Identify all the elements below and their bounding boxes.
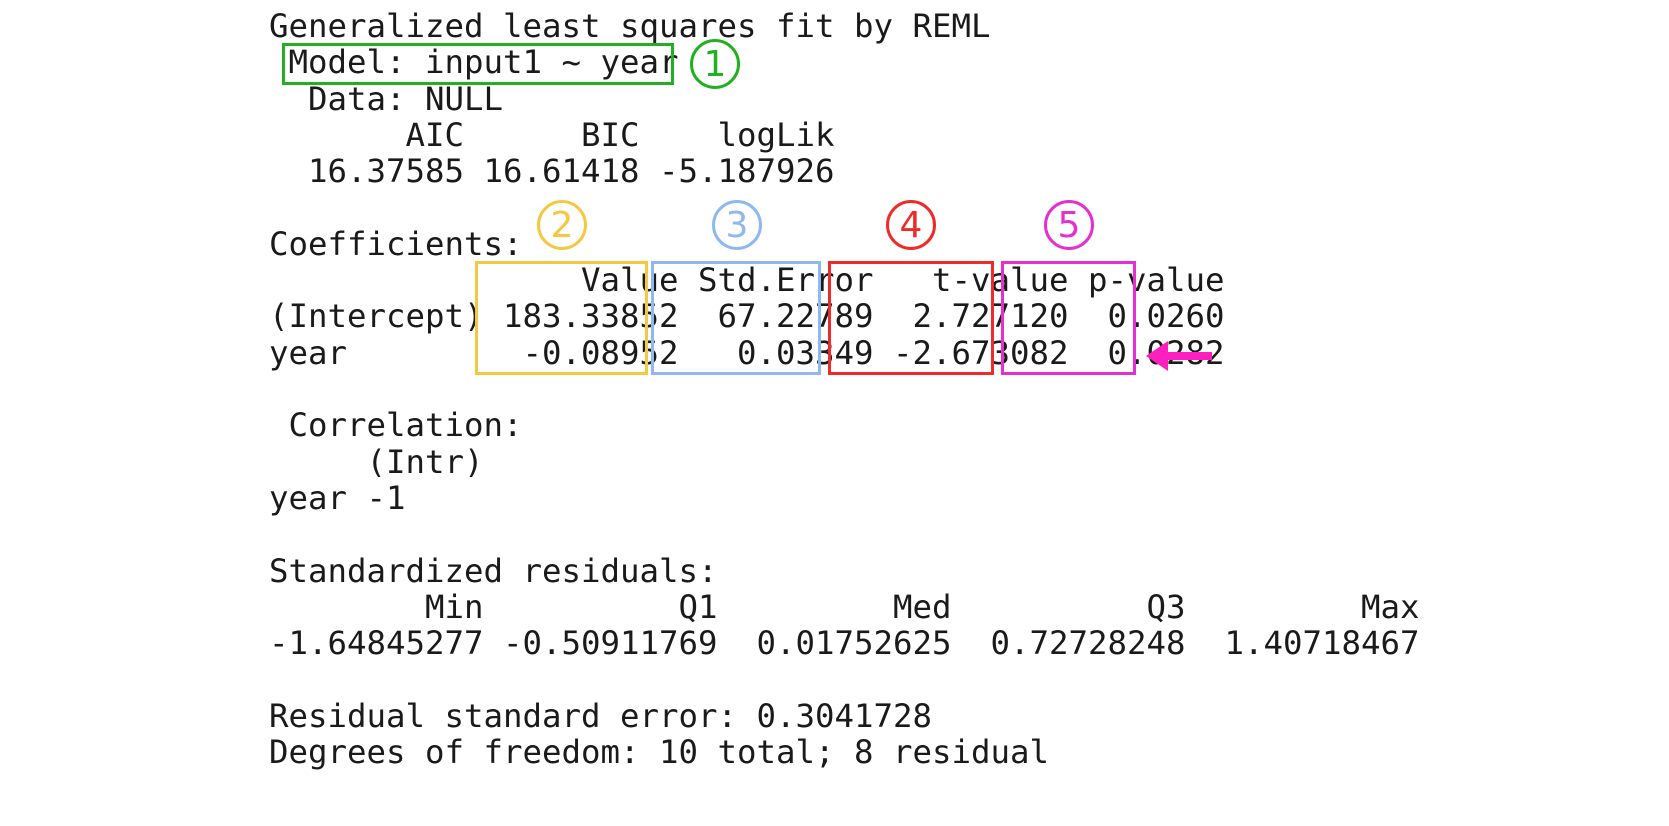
coefficients-title: Coefficients: bbox=[269, 225, 523, 263]
model-highlight-box bbox=[282, 43, 674, 85]
fit-stats-values: 16.37585 16.61418 -5.187926 bbox=[269, 152, 835, 190]
residuals-values: -1.64845277 -0.50911769 0.01752625 0.727… bbox=[269, 624, 1420, 662]
marker-2: 2 bbox=[537, 200, 587, 250]
degrees-of-freedom: Degrees of freedom: 10 total; 8 residual bbox=[269, 733, 1050, 771]
value-column-box bbox=[475, 261, 648, 375]
correlation-header: (Intr) bbox=[269, 443, 484, 481]
std-error-column-box bbox=[651, 261, 821, 375]
gls-title: Generalized least squares fit by REML bbox=[269, 7, 991, 45]
left-arrow-icon bbox=[1146, 341, 1212, 371]
correlation-title: Correlation: bbox=[269, 406, 523, 444]
marker-5: 5 bbox=[1044, 200, 1094, 250]
data-line: Data: NULL bbox=[269, 80, 504, 118]
residuals-title: Standardized residuals: bbox=[269, 552, 718, 590]
marker-1: 1 bbox=[690, 39, 740, 89]
marker-4: 4 bbox=[886, 200, 936, 250]
correlation-row: year -1 bbox=[269, 479, 406, 517]
fit-stats-header: AIC BIC logLik bbox=[269, 116, 835, 154]
p-value-column-box bbox=[1001, 261, 1136, 375]
marker-3: 3 bbox=[712, 200, 762, 250]
t-value-column-box bbox=[828, 261, 994, 375]
residual-standard-error: Residual standard error: 0.3041728 bbox=[269, 697, 933, 735]
residuals-header: Min Q1 Med Q3 Max bbox=[269, 588, 1420, 626]
